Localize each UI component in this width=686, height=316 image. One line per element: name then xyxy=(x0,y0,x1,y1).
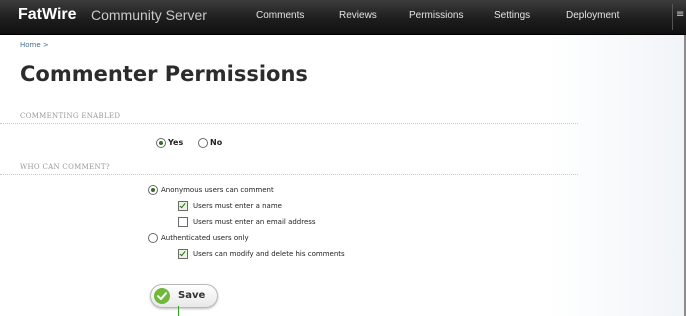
commenting-no-radio[interactable] xyxy=(198,138,208,148)
commenting-yes-label: Yes xyxy=(168,138,184,147)
checkmark-circle-icon xyxy=(154,288,170,304)
authenticated-users-label: Authenticated users only xyxy=(161,234,249,242)
anonymous-users-radio[interactable] xyxy=(148,185,158,195)
nav-item-reviews[interactable]: Reviews xyxy=(339,10,377,21)
breadcrumb: Home > xyxy=(20,41,49,49)
nav-item-deployment[interactable]: Deployment xyxy=(566,10,619,21)
anonymous-users-label: Anonymous users can comment xyxy=(161,186,274,194)
menu-icon[interactable]: ≡ xyxy=(676,9,684,20)
nav-item-comments[interactable]: Comments xyxy=(256,10,304,21)
text-cursor xyxy=(178,306,179,316)
breadcrumb-separator: > xyxy=(42,41,49,49)
page-title: Commenter Permissions xyxy=(20,62,308,86)
nav-item-settings[interactable]: Settings xyxy=(494,10,530,21)
require-email-label: Users must enter an email address xyxy=(193,218,316,226)
nav-divider xyxy=(672,4,673,30)
require-name-checkbox[interactable] xyxy=(178,201,188,211)
section-divider xyxy=(0,174,578,175)
breadcrumb-home[interactable]: Home xyxy=(20,41,41,49)
require-email-checkbox[interactable] xyxy=(178,217,188,227)
commenting-yes-radio[interactable] xyxy=(156,138,166,148)
product-name: Community Server xyxy=(91,7,207,23)
save-button[interactable]: Save xyxy=(150,284,218,308)
commenting-no-label: No xyxy=(210,138,223,147)
save-button-label: Save xyxy=(178,290,206,301)
modify-delete-label: Users can modify and delete his comments xyxy=(193,250,345,258)
authenticated-users-radio[interactable] xyxy=(148,233,158,243)
require-name-label: Users must enter a name xyxy=(193,202,282,210)
top-navigation-bar: FatWire Community Server Comments Review… xyxy=(0,0,686,35)
section-label-commenting-enabled: COMMENTING ENABLED xyxy=(20,112,121,120)
brand-logo: FatWire xyxy=(18,6,77,23)
section-divider xyxy=(0,123,578,124)
nav-item-permissions[interactable]: Permissions xyxy=(409,10,463,21)
section-label-who-can-comment: WHO CAN COMMENT? xyxy=(20,163,110,171)
modify-delete-checkbox[interactable] xyxy=(178,249,188,259)
